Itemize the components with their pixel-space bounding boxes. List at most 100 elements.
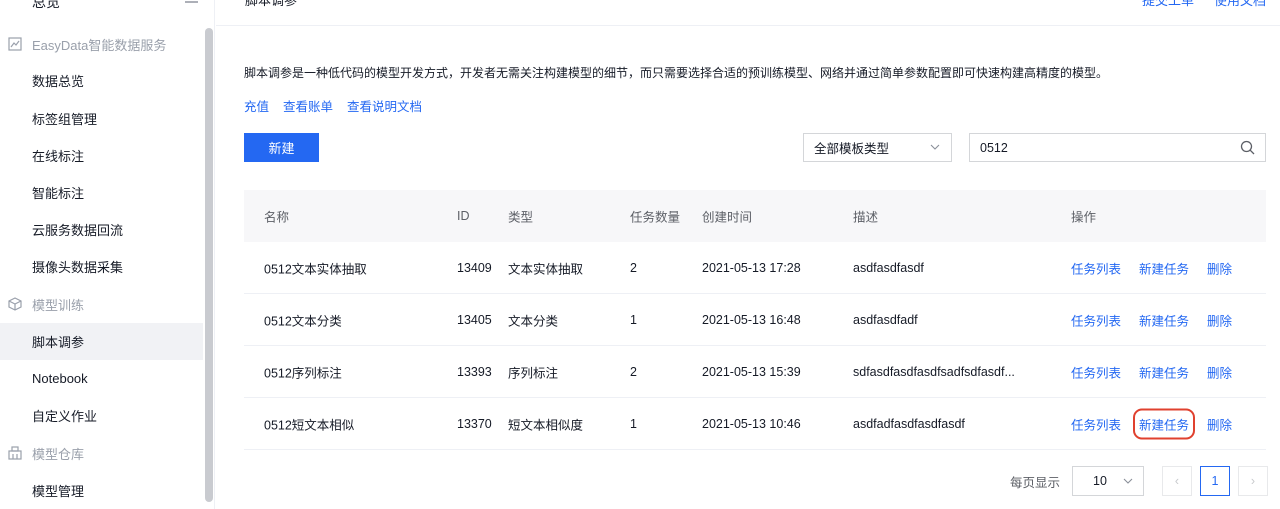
page-size-value: 10 [1093, 474, 1107, 488]
col-desc: 描述 [853, 210, 879, 225]
sidebar-item-label: 数据总览 [32, 74, 85, 89]
row-ops: 任务列表 新建任务 删除 [1071, 408, 1250, 439]
sidebar-group-model-repo: 模型仓库 [0, 435, 203, 471]
template-type-select[interactable]: 全部模板类型 [803, 133, 952, 162]
page-button-current[interactable]: 1 [1200, 466, 1231, 496]
sidebar-item-data-overview[interactable]: 数据总览 [0, 62, 203, 99]
sidebar-item-label: 智能标注 [32, 186, 85, 201]
quick-links: 充值 查看账单 查看说明文档 [244, 96, 422, 115]
docs-link[interactable]: 使用文档 [1214, 0, 1266, 9]
row-ops: 任务列表 新建任务 删除 [1071, 362, 1250, 381]
prev-page-button[interactable]: ‹ [1162, 466, 1193, 496]
header-links: 提交工单 使用文档 [1142, 0, 1266, 9]
warehouse-icon [8, 446, 22, 460]
row-time: 2021-05-13 15:39 [702, 364, 801, 379]
sidebar-item-online-annotation[interactable]: 在线标注 [0, 137, 203, 174]
row-ops: 任务列表 新建任务 删除 [1071, 310, 1250, 329]
sidebar-overview-row[interactable]: 总览 [0, 0, 215, 14]
view-docs-link[interactable]: 查看说明文档 [347, 96, 422, 115]
recharge-link[interactable]: 充值 [244, 96, 269, 115]
row-name: 0512序列标注 [264, 366, 342, 380]
row-type: 短文本相似度 [508, 418, 584, 432]
row-name: 0512文本分类 [264, 314, 342, 328]
sidebar-item-script-tuning[interactable]: 脚本调参 [0, 323, 203, 360]
sidebar-item-label: Notebook [32, 371, 88, 386]
sidebar-item-camera-collection[interactable]: 摄像头数据采集 [0, 248, 203, 285]
sidebar-overview-label: 总览 [32, 0, 60, 10]
new-button[interactable]: 新建 [244, 133, 319, 162]
task-list-link[interactable]: 任务列表 [1071, 362, 1121, 381]
sidebar-item-cloud-reflow[interactable]: 云服务数据回流 [0, 211, 203, 248]
delete-link[interactable]: 删除 [1207, 310, 1232, 329]
search-icon[interactable] [1240, 140, 1255, 155]
row-time: 2021-05-13 10:46 [702, 416, 801, 431]
sidebar-item-label: 模型管理 [32, 484, 85, 499]
sidebar: 总览 EasyData智能数据服务 数据总览 标签组管理 在线标注 智能标注 云… [0, 0, 215, 509]
view-bill-link[interactable]: 查看账单 [283, 96, 333, 115]
chevron-down-icon [1123, 478, 1133, 484]
new-task-link[interactable]: 新建任务 [1139, 362, 1189, 381]
row-id: 13405 [457, 312, 492, 327]
sidebar-group-model-training: 模型训练 [0, 286, 203, 322]
row-type: 序列标注 [508, 366, 559, 380]
sidebar-item-smart-annotation[interactable]: 智能标注 [0, 174, 203, 211]
sidebar-group-label: 模型训练 [32, 297, 85, 313]
sidebar-item-notebook[interactable]: Notebook [0, 360, 203, 397]
row-type: 文本实体抽取 [508, 262, 584, 276]
sidebar-group-label: 模型仓库 [32, 446, 85, 462]
sidebar-item-label-groups[interactable]: 标签组管理 [0, 100, 203, 137]
table-header: 名称 ID 类型 任务数量 创建时间 描述 操作 [244, 190, 1266, 242]
row-ops: 任务列表 新建任务 删除 [1071, 258, 1250, 277]
sidebar-item-custom-job[interactable]: 自定义作业 [0, 397, 203, 434]
row-time: 2021-05-13 17:28 [702, 260, 801, 275]
sidebar-scrollbar[interactable] [205, 28, 213, 502]
row-desc: asdfadfasdfasdfasdf [853, 416, 965, 431]
search-input[interactable]: 0512 [969, 133, 1266, 162]
sidebar-item-label: 自定义作业 [32, 409, 98, 424]
col-name: 名称 [264, 210, 290, 225]
task-list-link[interactable]: 任务列表 [1071, 258, 1121, 277]
row-desc: asdfasdfasdf [853, 260, 924, 275]
cube-icon [8, 297, 22, 311]
template-type-value: 全部模板类型 [814, 142, 890, 156]
chart-icon [8, 37, 22, 51]
page-size-select[interactable]: 10 [1072, 466, 1145, 496]
sidebar-group-easydata: EasyData智能数据服务 [0, 26, 203, 62]
new-task-link[interactable]: 新建任务 [1139, 258, 1189, 277]
row-id: 13409 [457, 260, 492, 275]
page-title: 脚本调参 [245, 0, 298, 8]
sidebar-item-label: 标签组管理 [32, 112, 98, 127]
page-description: 脚本调参是一种低代码的模型开发方式，开发者无需关注构建模型的细节，而只需要选择合… [244, 66, 1109, 80]
pagination: 每页显示 10 ‹ 1 › [1010, 466, 1269, 496]
submit-ticket-link[interactable]: 提交工单 [1142, 0, 1194, 9]
delete-link[interactable]: 删除 [1207, 414, 1232, 433]
sidebar-item-label: 云服务数据回流 [32, 223, 124, 238]
col-id: ID [457, 209, 470, 223]
col-time: 创建时间 [702, 210, 753, 225]
next-page-button[interactable]: › [1238, 466, 1269, 496]
task-list-link[interactable]: 任务列表 [1071, 414, 1121, 433]
col-ops: 操作 [1071, 210, 1097, 225]
row-id: 13393 [457, 364, 492, 379]
delete-link[interactable]: 删除 [1207, 258, 1232, 277]
row-name: 0512文本实体抽取 [264, 262, 367, 276]
table-row: 0512序列标注 13393 序列标注 2 2021-05-13 15:39 s… [244, 346, 1266, 398]
row-count: 2 [630, 260, 637, 275]
table-row: 0512文本分类 13405 文本分类 1 2021-05-13 16:48 a… [244, 294, 1266, 346]
new-task-link-highlighted[interactable]: 新建任务 [1133, 408, 1196, 439]
row-count: 1 [630, 416, 637, 431]
col-count: 任务数量 [630, 210, 681, 225]
row-desc: sdfasdfasdfasdfsadfsdfasdf... [853, 364, 1015, 379]
job-table: 名称 ID 类型 任务数量 创建时间 描述 操作 0512文本实体抽取 1340… [244, 190, 1266, 450]
row-desc: asdfasdfadf [853, 312, 918, 327]
chevron-down-icon [930, 144, 940, 150]
delete-link[interactable]: 删除 [1207, 362, 1232, 381]
row-name: 0512短文本相似 [264, 418, 355, 432]
row-count: 2 [630, 364, 637, 379]
task-list-link[interactable]: 任务列表 [1071, 310, 1121, 329]
sidebar-item-model-management[interactable]: 模型管理 [0, 472, 203, 509]
search-value: 0512 [980, 140, 1008, 155]
collapse-menu-icon[interactable] [176, 0, 200, 8]
sidebar-group-label: EasyData智能数据服务 [32, 37, 167, 53]
new-task-link[interactable]: 新建任务 [1139, 310, 1189, 329]
